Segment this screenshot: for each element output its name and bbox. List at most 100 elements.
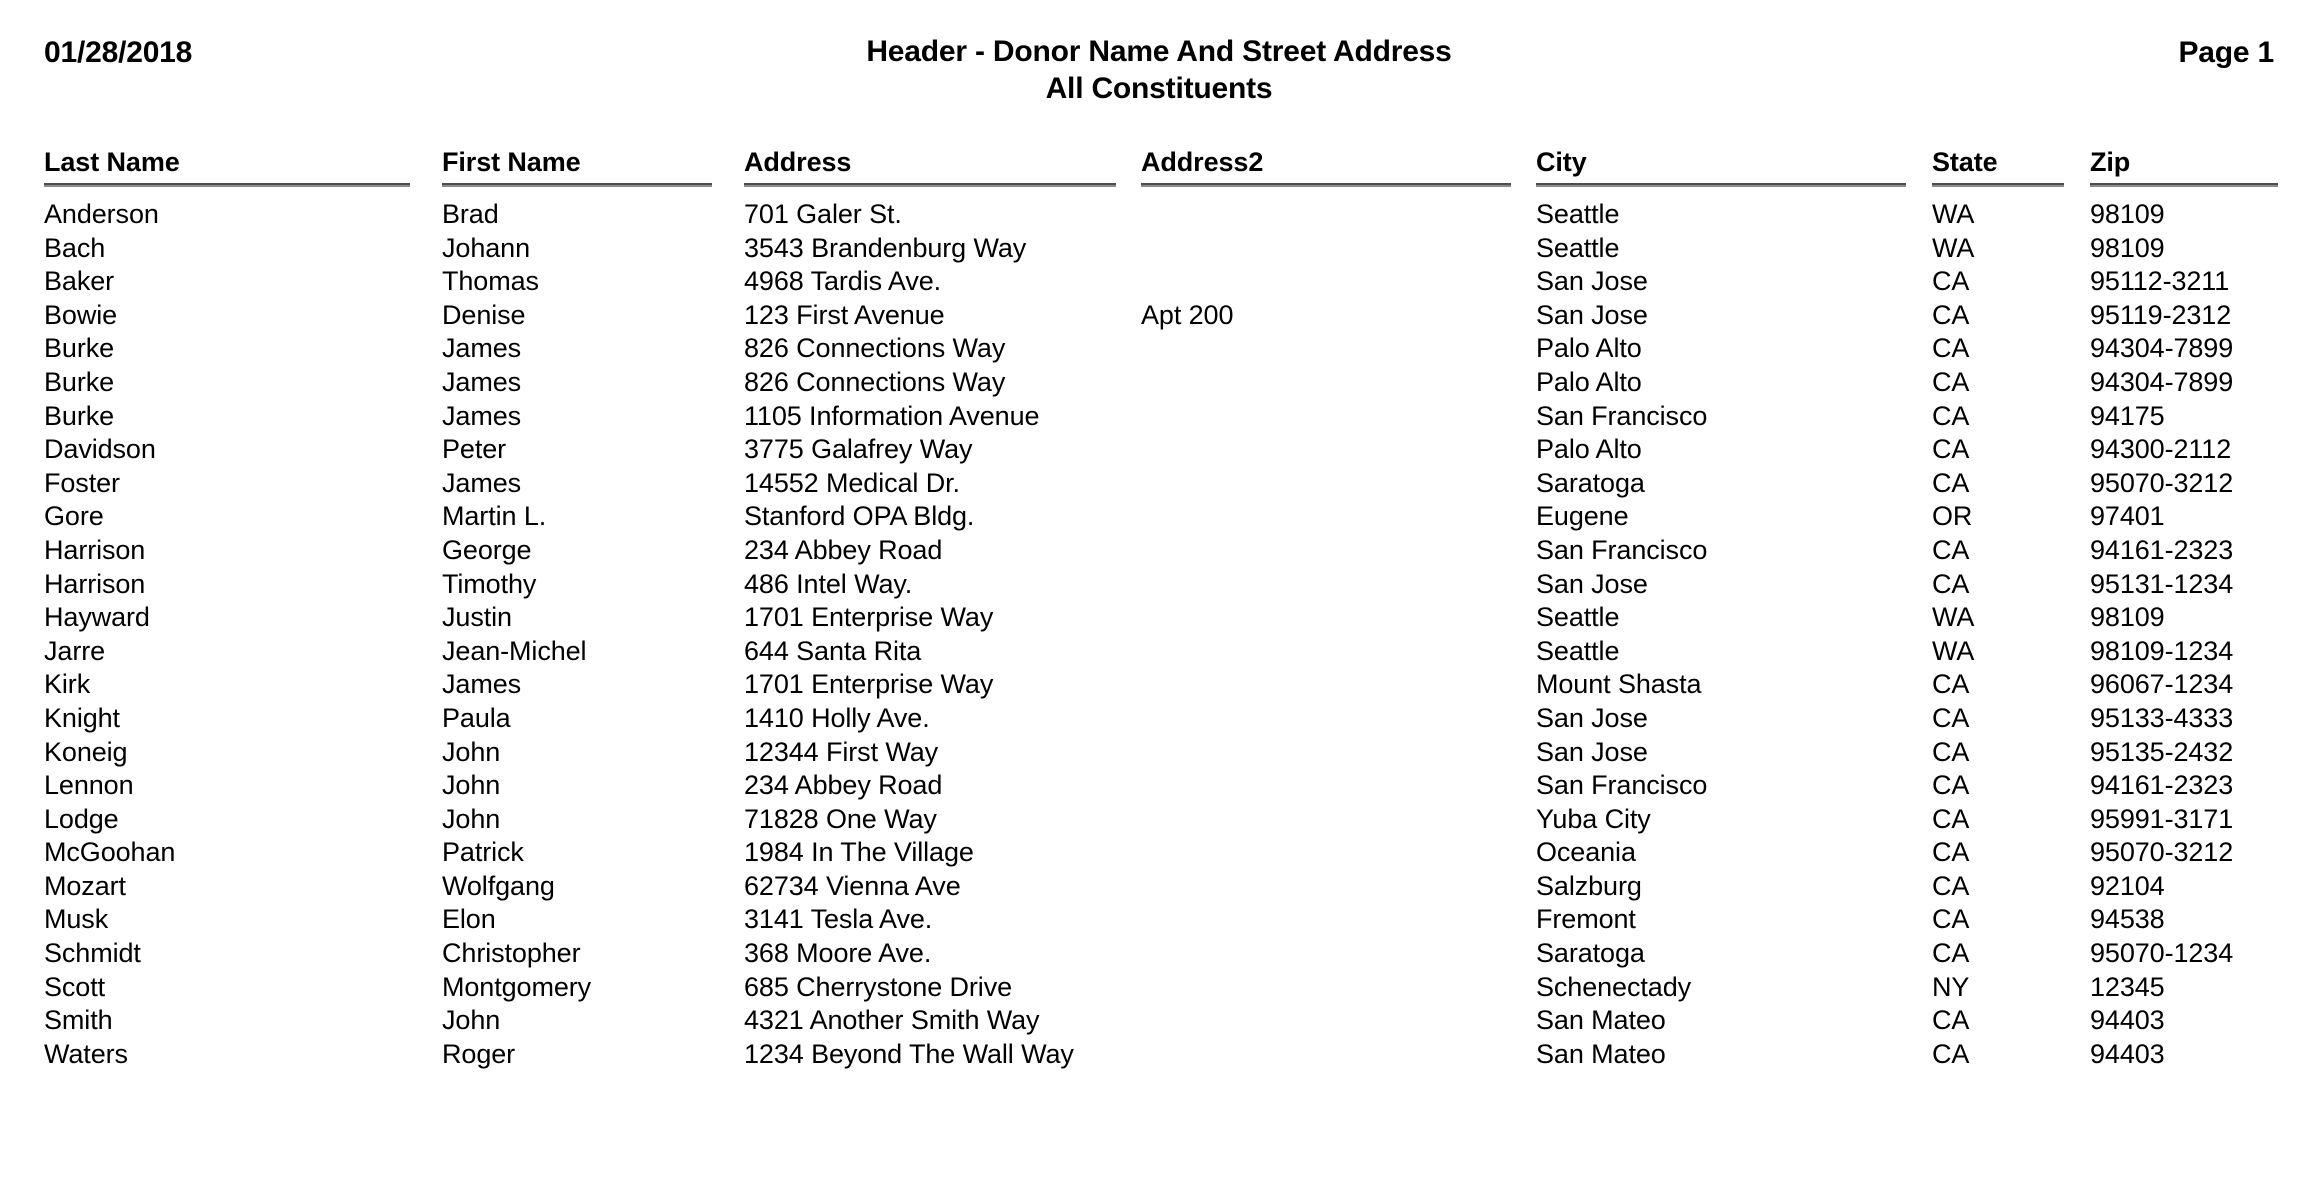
cell-last-name: Bach: [44, 232, 106, 263]
table-row[interactable]: Baker Thomas 4968 Tardis Ave. San Jose CA 951…: [44, 267, 2274, 301]
cell-address: 3775 Galafrey Way: [744, 434, 973, 465]
cell-address: 368 Moore Ave.: [744, 938, 932, 969]
table-row[interactable]: Lennon John 234 Abbey Road San Francisco CA 9…: [44, 771, 2274, 805]
cell-city: Eugene: [1536, 501, 1629, 532]
cell-last-name: Burke: [44, 400, 115, 431]
cell-last-name: Burke: [44, 366, 115, 397]
cell-address: 1105 Information Avenue: [744, 400, 1040, 431]
cell-first-name: George: [442, 534, 532, 565]
cell-city: Yuba City: [1536, 803, 1651, 834]
table-row[interactable]: Koneig John 12344 First Way San Jose CA 95135…: [44, 736, 2274, 772]
cell-first-name: John: [442, 770, 501, 801]
column-header-state[interactable]: State: [1932, 148, 2064, 187]
cell-city: San Francisco: [1536, 534, 1708, 565]
table-row[interactable]: Foster James 14552 Medical Dr. Saratoga CA 95…: [44, 469, 2274, 503]
cell-state: CA: [1932, 534, 1970, 565]
cell-first-name: Johann: [442, 232, 530, 263]
cell-last-name: Harrison: [44, 568, 146, 599]
cell-last-name: Lennon: [44, 770, 134, 801]
table-row[interactable]: Bach Johann 3543 Brandenburg Way Seattle WA 9…: [44, 232, 2274, 268]
cell-address: 234 Abbey Road: [744, 770, 943, 801]
table-row[interactable]: Smith John 4321 Another Smith Way San Mateo…: [44, 1006, 2274, 1040]
cell-first-name: John: [442, 803, 501, 834]
table-row[interactable]: Davidson Peter 3775 Galafrey Way Palo Alto C…: [44, 435, 2274, 469]
table-row[interactable]: Mozart Wolfgang 62734 Vienna Ave Salzburg CA…: [44, 872, 2274, 906]
cell-address: 701 Galer St.: [744, 199, 902, 229]
table-row[interactable]: McGoohan Patrick 1984 In The Village Oceani…: [44, 838, 2274, 872]
table-row[interactable]: Schmidt Christopher 368 Moore Ave. Saratoga…: [44, 939, 2274, 973]
cell-last-name: Burke: [44, 333, 115, 364]
cell-last-name: Baker: [44, 266, 115, 297]
cell-address: 71828 One Way: [744, 803, 937, 834]
table-row[interactable]: Burke James 826 Connections Way Palo Alto CA…: [44, 334, 2274, 368]
cell-city: Seattle: [1536, 232, 1620, 263]
cell-state: CA: [1932, 1005, 1970, 1036]
cell-last-name: Kirk: [44, 669, 91, 700]
cell-state: CA: [1932, 333, 1970, 364]
cell-zip: 98109: [2090, 232, 2165, 263]
cell-last-name: Harrison: [44, 534, 146, 565]
cell-zip: 98109: [2090, 602, 2165, 633]
cell-state: OR: [1932, 501, 1973, 532]
cell-state: WA: [1932, 199, 1975, 229]
table-row[interactable]: Knight Paula 1410 Holly Ave. San Jose CA 9513…: [44, 704, 2274, 738]
table-row[interactable]: Musk Elon 3141 Tesla Ave. Fremont CA 94538: [44, 905, 2274, 939]
cell-first-name: Montgomery: [442, 971, 592, 1002]
cell-address2: Apt 200: [1141, 299, 1234, 330]
cell-zip: 95119-2312: [2090, 299, 2232, 330]
cell-state: CA: [1932, 400, 1970, 431]
table-row[interactable]: Gore Martin L. Stanford OPA Bldg. Eugene OR 9…: [44, 502, 2274, 536]
table-row[interactable]: Anderson Brad 701 Galer St. Seattle WA 98109: [44, 200, 2274, 234]
cell-last-name: Davidson: [44, 434, 156, 465]
cell-city: Saratoga: [1536, 467, 1645, 498]
cell-state: CA: [1932, 904, 1970, 935]
table-row[interactable]: Hayward Justin 1701 Enterprise Way Seattle W…: [44, 603, 2274, 637]
cell-first-name: Wolfgang: [442, 870, 555, 901]
cell-state: WA: [1932, 602, 1975, 633]
column-header-rule: [744, 183, 1116, 187]
cell-address: 1701 Enterprise Way: [744, 602, 994, 633]
cell-zip: 95135-2432: [2090, 736, 2234, 767]
cell-zip: 12345: [2090, 971, 2165, 1002]
table-row[interactable]: Jarre Jean-Michel 644 Santa Rita Seattle WA 9…: [44, 637, 2274, 671]
column-header-city[interactable]: City: [1536, 148, 1906, 187]
cell-last-name: Schmidt: [44, 938, 141, 969]
cell-address: 3141 Tesla Ave.: [744, 904, 933, 935]
cell-address: 1234 Beyond The Wall Way: [744, 1038, 1074, 1069]
table-row[interactable]: Scott Montgomery 685 Cherrystone Drive Sche…: [44, 973, 2274, 1007]
cell-last-name: Knight: [44, 702, 120, 733]
column-header-zip[interactable]: Zip: [2090, 147, 2278, 187]
table-row[interactable]: Burke James 826 Connections Way Palo Alto CA…: [44, 368, 2274, 402]
page-number: Page 1: [2178, 36, 2274, 69]
column-header-address2[interactable]: Address2: [1141, 148, 1511, 187]
cell-city: Seattle: [1536, 635, 1620, 666]
table-row[interactable]: Kirk James 1701 Enterprise Way Mount Shasta…: [44, 670, 2274, 704]
cell-city: Oceania: [1536, 837, 1636, 868]
cell-first-name: Timothy: [442, 568, 537, 599]
cell-city: Seattle: [1536, 199, 1620, 229]
cell-city: San Francisco: [1536, 400, 1708, 431]
table-row[interactable]: Harrison George 234 Abbey Road San Francisc…: [44, 536, 2274, 570]
cell-city: San Jose: [1536, 568, 1648, 599]
cell-city: San Jose: [1536, 702, 1648, 733]
cell-last-name: Waters: [44, 1038, 128, 1069]
column-header-rule: [442, 183, 712, 187]
table-row[interactable]: Lodge John 71828 One Way Yuba City CA 95991-3…: [44, 805, 2274, 839]
column-header-label: Zip: [2090, 147, 2131, 177]
table-row[interactable]: Bowie Denise 123 First Avenue Apt 200 San Jo…: [44, 301, 2274, 335]
cell-state: WA: [1932, 635, 1975, 666]
cell-first-name: James: [442, 400, 522, 431]
column-header-last-name[interactable]: Last Name: [44, 148, 410, 187]
cell-zip: 96067-1234: [2090, 669, 2234, 700]
table-row[interactable]: Harrison Timothy 486 Intel Way. San Jose CA 9…: [44, 568, 2274, 604]
cell-city: Fremont: [1536, 904, 1636, 935]
cell-last-name: Bowie: [44, 299, 118, 330]
table-row[interactable]: Burke James 1105 Information Avenue San Fra…: [44, 400, 2274, 436]
table-row[interactable]: Waters Roger 1234 Beyond The Wall Way San M…: [44, 1040, 2274, 1074]
report-header: 01/28/2018 Header - Donor Name And Stree…: [44, 0, 2274, 120]
column-header-first-name[interactable]: First Name: [442, 148, 712, 187]
column-header-address[interactable]: Address: [744, 148, 1116, 187]
column-header-rule: [1536, 183, 1906, 187]
cell-city: San Mateo: [1536, 1038, 1666, 1069]
cell-zip: 95070-3212: [2090, 467, 2234, 498]
